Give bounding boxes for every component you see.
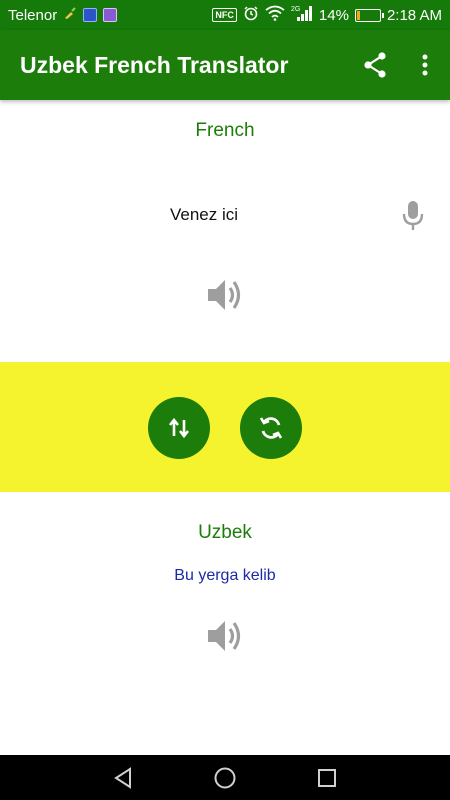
swap-vert-icon (168, 417, 190, 439)
refresh-button[interactable] (240, 397, 302, 459)
swap-languages-button[interactable] (148, 397, 210, 459)
source-speak-button[interactable] (203, 275, 247, 315)
mic-button[interactable] (398, 198, 428, 234)
target-speak-button[interactable] (203, 616, 247, 656)
home-button[interactable] (205, 758, 245, 798)
back-triangle-icon (114, 766, 131, 789)
status-bar: Telenor NFC 2G 14% 2:18 AM (0, 0, 450, 30)
clock: 2:18 AM (386, 6, 442, 24)
status-right: NFC 2G 14% 2:18 AM (212, 4, 442, 26)
back-button[interactable] (103, 758, 143, 798)
navigation-bar (0, 755, 450, 800)
battery-fill (356, 10, 361, 20)
recents-square-icon (318, 768, 336, 787)
mic-icon (402, 201, 424, 230)
nfc-icon: NFC (212, 8, 237, 22)
home-circle-icon (214, 767, 236, 788)
status-left: Telenor (8, 6, 118, 24)
app-notification-icon (83, 8, 98, 22)
refresh-icon (259, 417, 283, 439)
signal-icon: 2G (291, 4, 313, 26)
broom-icon (63, 6, 77, 24)
target-language-label[interactable]: Uzbek (0, 522, 450, 544)
share-button[interactable] (350, 40, 400, 90)
gallery-notification-icon (103, 8, 118, 22)
network-type: 2G (291, 6, 300, 13)
share-icon (364, 52, 386, 78)
volume-icon (208, 621, 241, 651)
wifi-icon (265, 5, 285, 25)
battery-percent: 14% (318, 6, 349, 24)
alarm-icon (243, 5, 259, 25)
overflow-menu-button[interactable] (400, 40, 450, 90)
recents-button[interactable] (307, 758, 347, 798)
app-bar: Uzbek French Translator (0, 30, 450, 100)
source-text-input[interactable]: Venez ici (0, 205, 408, 225)
more-vert-icon (422, 54, 428, 76)
translated-text: Bu yerga kelib (174, 567, 276, 584)
source-language-label[interactable]: French (0, 120, 450, 142)
app-title: Uzbek French Translator (20, 51, 289, 78)
volume-icon (208, 280, 241, 310)
carrier-name: Telenor (8, 6, 58, 24)
battery-icon (354, 8, 384, 22)
controls-band (0, 362, 450, 492)
